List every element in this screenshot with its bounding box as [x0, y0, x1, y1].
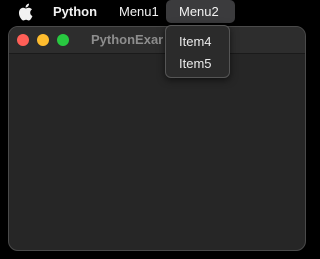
menu-item-item5[interactable]: Item5 [179, 54, 212, 74]
menu2-dropdown: Item4 Item5 [165, 25, 230, 78]
menu-item-item4[interactable]: Item4 [179, 32, 212, 52]
menu2-menu[interactable]: Menu2 [179, 0, 219, 24]
app-window: PythonExar [8, 26, 306, 251]
window-title: PythonExar [91, 32, 164, 47]
window-titlebar[interactable]: PythonExar [9, 27, 305, 54]
app-name-menu[interactable]: Python [53, 0, 97, 24]
minimize-button[interactable] [37, 34, 49, 46]
apple-logo-icon[interactable] [17, 3, 33, 21]
maximize-button[interactable] [57, 34, 69, 46]
menu1-menu[interactable]: Menu1 [119, 0, 159, 24]
close-button[interactable] [17, 34, 29, 46]
menu-bar: Python Menu1 Menu2 [0, 0, 316, 24]
